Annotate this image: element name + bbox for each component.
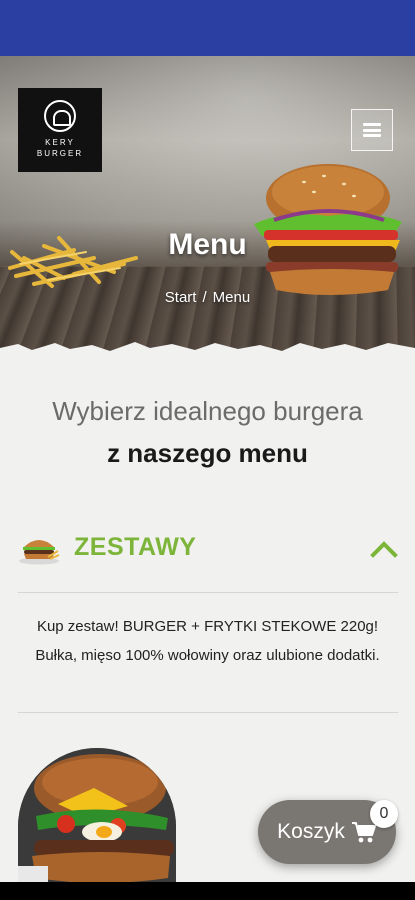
cart-label: Koszyk: [277, 820, 345, 843]
intro-heading-line1: Wybierz idealnego burgera: [52, 396, 363, 426]
breadcrumb-home-link[interactable]: Start: [165, 289, 197, 306]
category-description: Kup zestaw! BURGER + FRYTKI STEKOWE 220g…: [35, 618, 380, 664]
hamburger-menu-button[interactable]: [351, 109, 393, 151]
burger-logo-icon: [44, 100, 76, 132]
divider: [18, 712, 398, 713]
hamburger-icon: [363, 123, 381, 137]
logo-text-line1: KERY: [45, 138, 75, 147]
page-title: Menu: [168, 228, 247, 261]
divider: [18, 592, 398, 593]
product-image[interactable]: [18, 748, 176, 884]
category-accordion-header[interactable]: ZESTAWY: [18, 525, 398, 573]
cart-count-badge: 0: [370, 800, 398, 828]
product-burger-photo: [18, 748, 176, 884]
status-bar: [0, 0, 415, 56]
breadcrumb: Start / Menu: [0, 289, 415, 306]
system-navigation-bar: [0, 882, 415, 900]
category-label: ZESTAWY: [74, 533, 197, 561]
intro-heading-line2: z naszego menu: [107, 438, 308, 468]
chevron-up-icon[interactable]: [370, 539, 398, 559]
torn-paper-edge: [0, 342, 415, 356]
breadcrumb-current: Menu: [212, 289, 251, 306]
kery-burger-logo[interactable]: KERY BURGER: [18, 88, 102, 172]
logo-text-line2: BURGER: [36, 149, 84, 158]
burger-icon: [19, 540, 60, 565]
breadcrumb-separator: /: [202, 289, 207, 306]
